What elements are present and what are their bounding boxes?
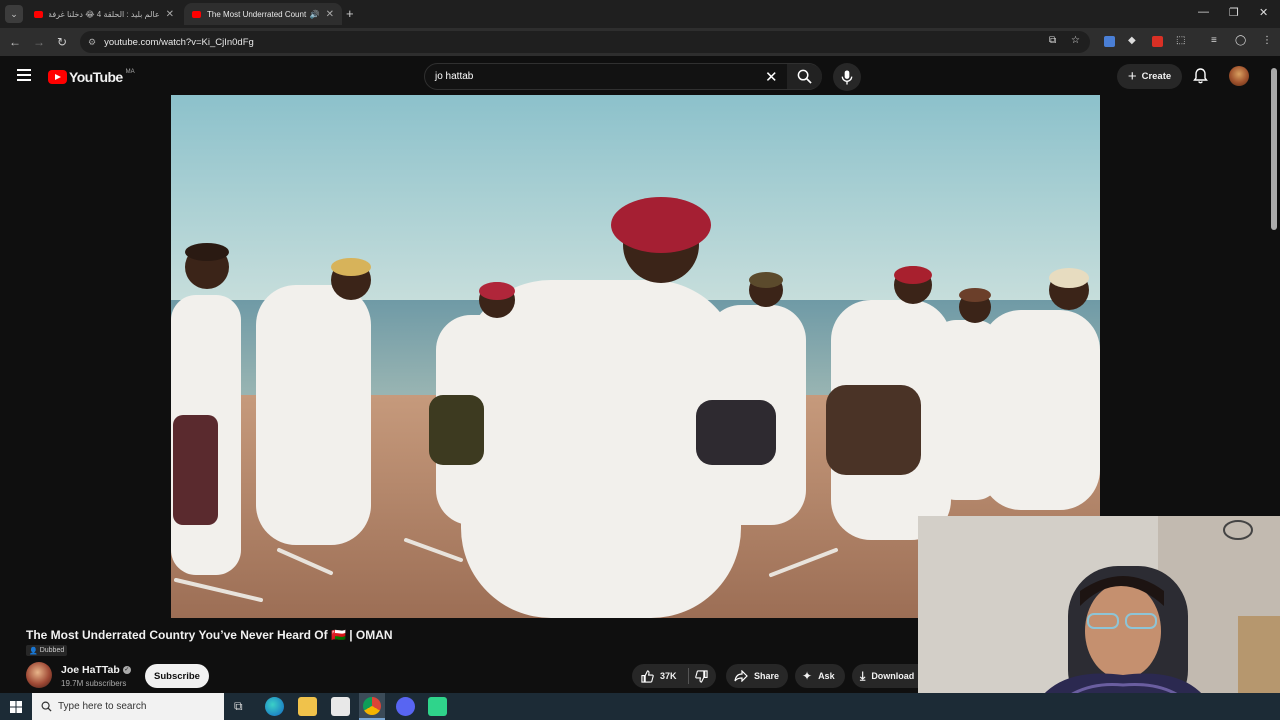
translate-extension-icon[interactable]	[1104, 36, 1115, 47]
search-icon	[41, 701, 52, 712]
search-button[interactable]	[787, 64, 822, 89]
chrome-taskbar-item[interactable]	[359, 693, 385, 720]
browser-tab-strip: ⌄ عالم بليد : الحلقة 4 😂 دخلنا غرفة ✕ Th…	[0, 0, 1280, 28]
microphone-icon	[841, 69, 853, 85]
restore-icon[interactable]: ❐	[1229, 6, 1239, 19]
profile-icon[interactable]: ◯	[1235, 35, 1246, 46]
search-icon	[797, 69, 812, 84]
plus-icon: +	[1127, 68, 1137, 85]
discord-icon[interactable]	[396, 697, 415, 716]
tab-close-icon[interactable]: ✕	[166, 9, 174, 20]
channel-avatar[interactable]	[26, 662, 52, 688]
dislike-button[interactable]	[689, 669, 708, 683]
minimize-icon[interactable]: —	[1198, 6, 1209, 18]
tab-title: The Most Underrated Count	[207, 9, 307, 19]
windows-start-icon[interactable]	[10, 701, 22, 713]
ask-label: Ask	[818, 671, 835, 681]
subscriber-count: 19.7M subscribers	[61, 679, 127, 688]
site-info-icon[interactable]: ⚙	[88, 37, 96, 48]
windows-taskbar: Type here to search ⧉	[0, 693, 1280, 720]
address-bar[interactable]: ⚙ youtube.com/watch?v=Ki_CjIn0dFg	[80, 31, 1090, 53]
channel-name[interactable]: Joe HaTTab	[61, 664, 120, 676]
voice-search-button[interactable]	[833, 63, 861, 91]
close-window-icon[interactable]: ✕	[1259, 6, 1268, 19]
download-icon: ⤓	[860, 668, 866, 683]
create-label: Create	[1141, 71, 1172, 82]
thumbs-up-icon	[641, 669, 654, 683]
tab-close-icon[interactable]: ✕	[326, 9, 334, 20]
video-title: The Most Underrated Country You’ve Never…	[26, 628, 393, 642]
file-explorer-icon[interactable]	[298, 697, 317, 716]
share-icon	[734, 670, 748, 682]
search-input[interactable]: jo hattab	[435, 71, 473, 82]
new-tab-icon[interactable]: +	[346, 6, 354, 21]
person-voice-icon: 👤	[29, 647, 38, 655]
bookmark-star-icon[interactable]: ☆	[1071, 35, 1080, 46]
app-icon[interactable]	[428, 697, 447, 716]
browser-tab-active[interactable]: The Most Underrated Count 🔊 ✕	[184, 3, 342, 25]
red-extension-icon[interactable]	[1152, 36, 1163, 47]
url-text[interactable]: youtube.com/watch?v=Ki_CjIn0dFg	[104, 37, 254, 48]
tab-search-button[interactable]: ⌄	[5, 5, 23, 23]
browser-toolbar: ← → ↻ ⚙ youtube.com/watch?v=Ki_CjIn0dFg …	[0, 28, 1280, 56]
country-code: MA	[125, 69, 135, 75]
notifications-bell-icon[interactable]	[1193, 68, 1208, 84]
like-button[interactable]: 37K	[632, 669, 688, 683]
forward-icon[interactable]: →	[33, 35, 45, 49]
webcam-overlay	[918, 516, 1280, 720]
taskbar-search-placeholder: Type here to search	[58, 701, 147, 712]
logo-text: YouTube	[69, 69, 123, 85]
diamond-extension-icon[interactable]: ◆	[1128, 35, 1136, 46]
taskbar-search[interactable]: Type here to search	[32, 693, 224, 720]
back-icon[interactable]: ←	[9, 35, 21, 49]
youtube-favicon-icon	[192, 10, 201, 18]
share-label: Share	[754, 671, 780, 681]
cast-icon[interactable]: ⧉	[1049, 35, 1056, 46]
youtube-masthead: YouTube MA jo hattab ✕ + Create	[0, 56, 1280, 96]
channel-name-row[interactable]: Joe HaTTab ✓	[61, 664, 131, 676]
speaker-icon[interactable]: 🔊	[310, 10, 320, 19]
chrome-icon	[363, 697, 381, 715]
dubbed-label: Dubbed	[39, 647, 65, 654]
ask-button[interactable]: ✦ Ask	[795, 664, 845, 688]
youtube-logo[interactable]: YouTube MA	[48, 69, 135, 85]
tab-title: عالم بليد : الحلقة 4 😂 دخلنا غرفة	[49, 9, 160, 19]
like-count: 37K	[660, 671, 677, 681]
youtube-favicon-icon	[34, 10, 43, 18]
download-label: Download	[871, 671, 915, 681]
extensions-puzzle-icon[interactable]: ⬚	[1176, 35, 1185, 46]
browser-tab[interactable]: عالم بليد : الحلقة 4 😂 دخلنا غرفة ✕	[26, 3, 182, 25]
store-icon[interactable]	[331, 697, 350, 716]
create-button[interactable]: + Create	[1117, 64, 1182, 89]
like-dislike-group: 37K	[632, 664, 716, 688]
account-avatar[interactable]	[1229, 66, 1249, 86]
search-box[interactable]: jo hattab ✕	[424, 63, 822, 90]
page-scrollbar[interactable]	[1271, 68, 1277, 230]
media-control-icon[interactable]: ≡	[1211, 35, 1217, 46]
sparkle-icon: ✦	[802, 669, 813, 683]
subscribe-button[interactable]: Subscribe	[145, 664, 209, 688]
reload-icon[interactable]: ↻	[57, 35, 67, 49]
dubbed-badge: 👤 Dubbed	[26, 645, 68, 656]
menu-kebab-icon[interactable]: ⋮	[1262, 35, 1272, 46]
guide-menu-icon[interactable]	[17, 69, 31, 81]
share-button[interactable]: Share	[726, 664, 788, 688]
youtube-play-icon	[48, 70, 67, 84]
verified-icon: ✓	[122, 666, 131, 675]
edge-icon[interactable]	[265, 697, 284, 716]
task-view-icon[interactable]: ⧉	[234, 699, 243, 714]
download-button[interactable]: ⤓ Download	[852, 664, 918, 688]
webcam-frame	[918, 516, 1280, 720]
clear-search-icon[interactable]: ✕	[765, 68, 778, 86]
thumbs-down-icon	[695, 669, 708, 683]
